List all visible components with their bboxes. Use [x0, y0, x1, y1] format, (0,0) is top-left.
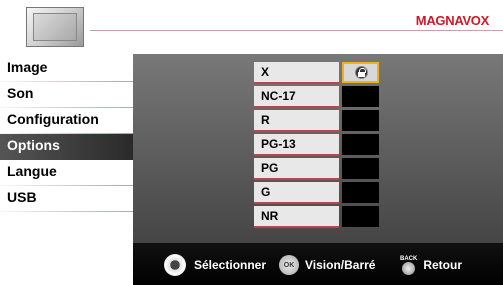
lock-toggle-g[interactable]: [342, 182, 379, 203]
ok-hint-label: Vision/Barré: [305, 258, 376, 272]
menu-item-image[interactable]: Image: [0, 56, 133, 82]
rating-pg[interactable]: PG: [254, 158, 339, 180]
rating-nr[interactable]: NR: [254, 206, 339, 228]
ok-button-icon: OK: [279, 255, 299, 275]
back-icon-label: BACK: [400, 255, 418, 262]
ok-hint: OK Vision/Barré: [279, 252, 375, 278]
rating-r[interactable]: R: [254, 110, 339, 132]
brand-logo: MAGNAVOX: [415, 13, 490, 28]
menu-item-configuration[interactable]: Configuration: [0, 108, 133, 134]
rating-x[interactable]: X: [254, 62, 339, 84]
menu-item-son[interactable]: Son: [0, 82, 133, 108]
sidebar-menu: Image Son Configuration Options Langue U…: [0, 56, 133, 212]
lock-icon: [355, 66, 368, 79]
header-divider: [90, 30, 503, 31]
menu-item-options[interactable]: Options: [0, 134, 133, 160]
lock-toggle-nr[interactable]: [342, 206, 379, 227]
select-hint-label: Sélectionner: [194, 258, 267, 272]
tv-menu-screen: MAGNAVOX Image Son Configuration Options…: [0, 0, 503, 285]
back-hint-label: Retour: [423, 258, 463, 272]
select-hint: Sélectionner: [164, 252, 266, 278]
lock-toggle-r[interactable]: [342, 110, 379, 131]
lock-toggle-pg[interactable]: [342, 158, 379, 179]
back-circle-icon: [402, 261, 416, 275]
menu-item-langue[interactable]: Langue: [0, 160, 133, 186]
back-button-icon: BACK: [400, 256, 417, 275]
lock-toggle-pg13[interactable]: [342, 134, 379, 155]
lock-toggle-x[interactable]: [342, 62, 379, 83]
rating-nc17[interactable]: NC-17: [254, 86, 339, 108]
menu-item-usb[interactable]: USB: [0, 186, 133, 212]
lock-toggle-nc17[interactable]: [342, 86, 379, 107]
dpad-icon: [164, 254, 186, 276]
tv-icon: [26, 7, 84, 47]
back-hint: BACK Retour: [400, 252, 462, 278]
rating-pg13[interactable]: PG-13: [254, 134, 339, 156]
rating-g[interactable]: G: [254, 182, 339, 204]
